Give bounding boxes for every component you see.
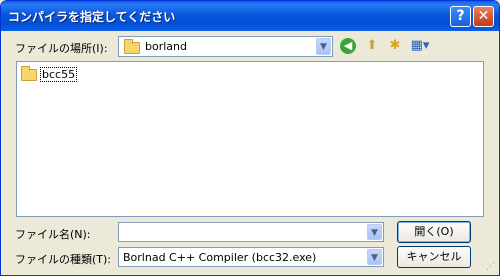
folder-icon bbox=[124, 39, 140, 54]
close-button[interactable]: ✕ bbox=[473, 6, 494, 27]
filetype-label: ファイルの種類(T): bbox=[15, 253, 112, 266]
back-arrow-icon[interactable]: ◀ bbox=[340, 38, 356, 54]
location-label: ファイルの場所(I): bbox=[15, 42, 108, 55]
file-list[interactable]: bcc55 bbox=[16, 61, 484, 217]
file-name: bcc55 bbox=[40, 67, 78, 82]
title-bar[interactable]: コンパイラを指定してください ? ✕ bbox=[1, 1, 499, 31]
up-folder-icon[interactable]: ⬆ bbox=[363, 37, 381, 55]
dialog-title: コンパイラを指定してください bbox=[8, 10, 176, 24]
open-button[interactable]: 開く(O) bbox=[397, 221, 471, 243]
location-dropdown[interactable]: borland ▼ bbox=[118, 36, 333, 57]
chevron-down-icon[interactable]: ▼ bbox=[316, 38, 331, 55]
folder-icon bbox=[21, 66, 37, 81]
filename-label: ファイル名(N): bbox=[15, 228, 91, 241]
cancel-button[interactable]: キャンセル bbox=[397, 246, 471, 268]
views-menu-icon[interactable]: ▦▾ bbox=[409, 37, 431, 55]
chevron-down-icon[interactable]: ▼ bbox=[367, 249, 382, 265]
new-folder-icon[interactable]: ✱ bbox=[386, 37, 404, 55]
filetype-dropdown[interactable]: Borlnad C++ Compiler (bcc32.exe) ▼ bbox=[118, 247, 384, 267]
file-open-dialog: コンパイラを指定してください ? ✕ ファイルの場所(I): borland ▼… bbox=[0, 0, 500, 276]
chevron-down-icon[interactable]: ▼ bbox=[367, 224, 382, 240]
location-value: borland bbox=[145, 40, 187, 53]
filename-input[interactable]: ▼ bbox=[118, 222, 384, 242]
resize-grip-icon[interactable]: ⋰ bbox=[486, 262, 497, 273]
filetype-value: Borlnad C++ Compiler (bcc32.exe) bbox=[123, 251, 317, 264]
help-button[interactable]: ? bbox=[450, 6, 471, 27]
